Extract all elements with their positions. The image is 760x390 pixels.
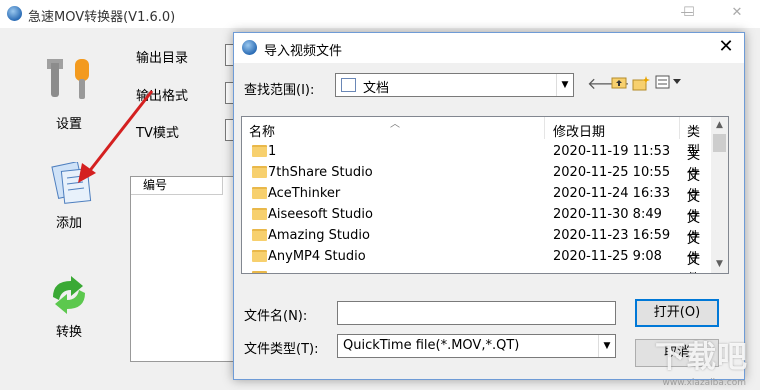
file-date: 2020-11-25 9:08 — [553, 249, 662, 264]
file-name: Amazing Studio — [268, 228, 370, 243]
up-folder-icon[interactable] — [610, 75, 628, 93]
file-row[interactable]: AceThinker 2020-11-24 16:33 文件 — [242, 183, 712, 224]
scroll-down-icon[interactable]: ▼ — [711, 256, 728, 273]
convert-button[interactable]: 转换 — [24, 275, 114, 340]
column-name[interactable]: 名称 — [249, 121, 275, 140]
chevron-down-icon[interactable]: ▼ — [598, 335, 615, 357]
lookin-select[interactable]: 文档 ▼ — [335, 73, 574, 97]
new-folder-icon[interactable] — [632, 75, 650, 93]
file-name: 7thShare Studio — [268, 165, 373, 180]
folder-icon — [252, 208, 267, 220]
view-menu-icon[interactable] — [655, 75, 683, 93]
dialog-close-button[interactable]: ✕ — [714, 37, 738, 59]
file-browser-list[interactable]: ︿ 名称 修改日期 类型 1 2020-11-19 11:53 文件 7thSh… — [241, 116, 729, 274]
pointer-arrow-annotation — [78, 90, 154, 183]
site-watermark: 下载吧 www.xiazaiba.com — [642, 332, 750, 388]
watermark-logo-text: 下载吧 — [655, 340, 748, 375]
app-logo-icon — [7, 6, 22, 21]
dialog-title: 导入视频文件 — [264, 44, 343, 59]
main-titlebar: 急速MOV转换器(V1.6.0) — ☐ ✕ — [0, 0, 760, 28]
file-name: Aiseesoft Studio — [268, 207, 373, 222]
output-dir-label: 输出目录 — [136, 51, 189, 66]
vertical-scrollbar[interactable]: ▲ ▼ — [711, 117, 728, 273]
file-date: 2020-11-24 16:33 — [553, 186, 671, 201]
filetype-value: QuickTime file(*.MOV,*.QT) — [343, 338, 520, 353]
add-label: 添加 — [55, 216, 82, 231]
column-divider[interactable] — [544, 117, 545, 139]
maximize-button[interactable]: ☐ — [676, 3, 702, 23]
lookin-label: 查找范围(I): — [244, 83, 315, 98]
file-name: AceThinker — [268, 186, 341, 201]
file-date: 2020-11-23 16:59 — [553, 228, 671, 243]
filetype-label: 文件类型(T): — [244, 342, 319, 357]
documents-folder-icon — [341, 78, 356, 92]
file-row[interactable]: Amazing Studio 2020-11-23 16:59 文件 — [242, 225, 712, 266]
sort-indicator-icon: ︿ — [390, 119, 400, 130]
file-row[interactable]: AnyMP4 Studio 2020-11-25 9:08 文件 — [242, 246, 712, 273]
file-date: 2020-11-30 8:49 — [553, 207, 662, 222]
convert-label: 转换 — [55, 325, 82, 340]
file-row[interactable]: Aiseesoft Studio 2020-11-30 8:49 文件 — [242, 204, 712, 245]
file-name: AnyMP4 Studio — [268, 249, 366, 264]
main-window-title: 急速MOV转换器(V1.6.0) — [28, 10, 176, 25]
file-name: 1 — [268, 144, 277, 159]
lookin-value: 文档 — [363, 81, 390, 96]
close-button[interactable]: ✕ — [724, 3, 750, 23]
folder-icon — [252, 250, 267, 262]
file-row[interactable]: 7thShare Studio 2020-11-25 10:55 文件 — [242, 162, 712, 203]
filetype-select[interactable]: QuickTime file(*.MOV,*.QT) ▼ — [337, 334, 616, 358]
folder-icon — [252, 229, 267, 241]
convert-arrows-icon — [53, 276, 85, 314]
back-arrow-icon[interactable]: 🡐 — [587, 75, 630, 93]
folder-icon — [252, 166, 267, 178]
filename-input[interactable] — [337, 301, 616, 325]
open-button[interactable]: 打开(O) — [635, 299, 719, 327]
column-date-modified[interactable]: 修改日期 — [553, 121, 605, 140]
dialog-logo-icon — [242, 40, 257, 55]
file-date: 2020-11-19 11:53 — [553, 144, 671, 159]
file-list-header: ︿ 名称 修改日期 类型 — [242, 117, 712, 159]
folder-icon — [252, 187, 267, 199]
folder-icon — [252, 145, 267, 157]
file-row-partial[interactable] — [242, 267, 712, 273]
file-date: 2020-11-25 10:55 — [553, 165, 671, 180]
dialog-titlebar: 导入视频文件 ✕ — [234, 33, 744, 63]
folder-icon — [252, 271, 267, 273]
import-video-dialog: 导入视频文件 ✕ 查找范围(I): 文档 ▼ 🡐 ︿ 名称 修改日期 类型 1 … — [233, 32, 745, 380]
filename-label: 文件名(N): — [244, 309, 308, 324]
scroll-up-icon[interactable]: ▲ — [711, 117, 728, 134]
file-row[interactable]: 1 2020-11-19 11:53 文件 — [242, 141, 712, 182]
scroll-thumb[interactable] — [713, 134, 726, 152]
file-list-table[interactable]: 编号 — [130, 176, 236, 362]
column-divider[interactable] — [679, 117, 680, 139]
chevron-down-icon[interactable]: ▼ — [556, 74, 573, 96]
watermark-url: www.xiazaiba.com — [662, 378, 746, 388]
